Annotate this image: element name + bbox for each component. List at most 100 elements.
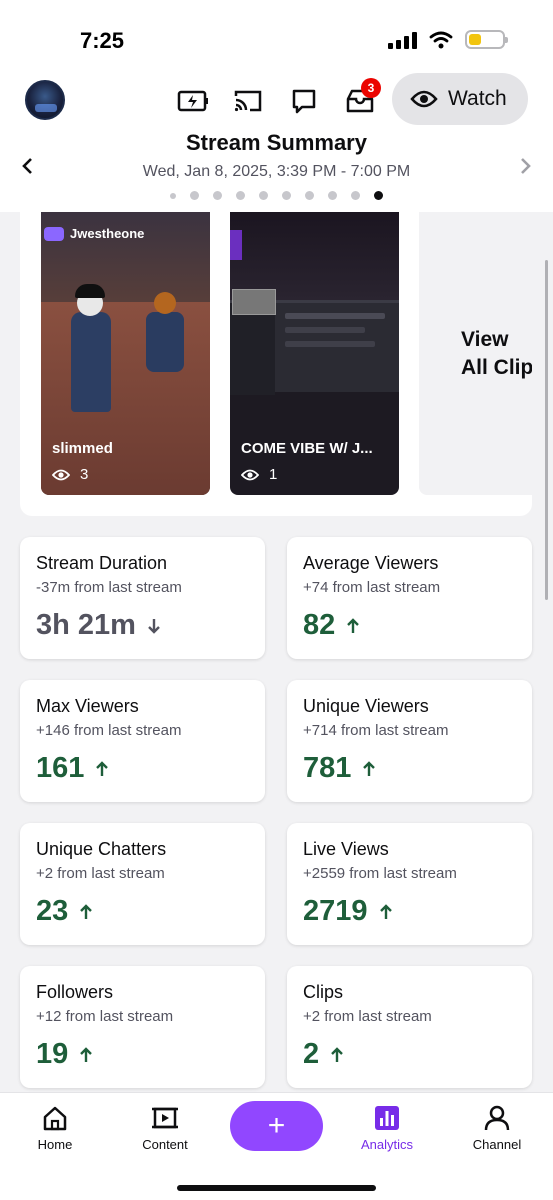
- bottom-nav: Home Content + Analytics Channel: [0, 1092, 553, 1200]
- page-dot[interactable]: [190, 191, 199, 200]
- arrow-up-icon: [363, 760, 376, 776]
- stat-card[interactable]: Live Views +2559 from last stream 2719: [287, 823, 532, 945]
- watch-button[interactable]: Watch: [392, 73, 528, 125]
- avatar[interactable]: [25, 80, 65, 120]
- stream-manager-icon[interactable]: [176, 84, 210, 118]
- plus-icon: +: [267, 1109, 286, 1142]
- page-dot[interactable]: [170, 192, 176, 199]
- stat-value: 23: [36, 895, 69, 927]
- stat-value-row: 781: [303, 752, 376, 785]
- stat-delta: +146 from last stream: [36, 722, 182, 739]
- signal-icon: [388, 31, 417, 49]
- stat-card[interactable]: Unique Viewers +714 from last stream 781: [287, 680, 532, 802]
- stat-title: Average Viewers: [303, 553, 439, 573]
- inbox-icon[interactable]: 3: [343, 78, 381, 118]
- page-dot[interactable]: [259, 191, 268, 200]
- eye-icon: [241, 469, 259, 480]
- stat-delta: +12 from last stream: [36, 1008, 174, 1025]
- status-icons: [388, 30, 508, 49]
- arrow-up-icon: [331, 1046, 343, 1062]
- scrollbar[interactable]: [545, 260, 548, 600]
- cast-icon[interactable]: [231, 84, 265, 118]
- nav-content[interactable]: Content: [120, 1105, 210, 1152]
- status-bar: 7:25: [0, 0, 553, 70]
- stat-value: 19: [36, 1038, 69, 1070]
- battery-icon: [465, 30, 508, 49]
- watch-label: Watch: [448, 87, 507, 110]
- stat-card[interactable]: Stream Duration -37m from last stream 3h 2…: [20, 537, 265, 659]
- stat-delta: +74 from last stream: [303, 579, 441, 596]
- stat-title: Unique Chatters: [36, 839, 167, 859]
- stat-card[interactable]: Clips +2 from last stream 2: [287, 966, 532, 1088]
- stat-value-row: 2719: [303, 895, 392, 928]
- chevron-right-icon: [521, 158, 531, 174]
- stat-card[interactable]: Max Viewers +146 from last stream 161: [20, 680, 265, 802]
- arrow-down-icon: [148, 618, 160, 634]
- nav-home-label: Home: [37, 1137, 73, 1152]
- page-title: Stream Summary: [186, 130, 367, 155]
- wifi-icon: [429, 31, 453, 48]
- stat-delta: +714 from last stream: [303, 722, 449, 739]
- stat-card[interactable]: Unique Chatters +2 from last stream 23: [20, 823, 265, 945]
- stat-value: 161: [36, 752, 85, 784]
- page-dot[interactable]: [328, 191, 337, 200]
- clip-title: COME VIBE W/ J...: [241, 440, 373, 457]
- clip-views: 3: [52, 466, 88, 483]
- stat-delta: -37m from last stream: [36, 579, 182, 596]
- nav-channel[interactable]: Channel: [452, 1105, 542, 1152]
- page-dot[interactable]: [351, 191, 360, 200]
- stat-value-row: 82: [303, 609, 360, 642]
- clip-thumbnail-screen: [230, 289, 399, 395]
- stat-value-row: 19: [36, 1038, 93, 1071]
- page-dot[interactable]: [213, 191, 222, 200]
- content-icon: [152, 1107, 178, 1129]
- stat-title: Unique Viewers: [303, 696, 429, 716]
- nav-home[interactable]: Home: [10, 1105, 100, 1152]
- page-dot[interactable]: [282, 191, 291, 200]
- arrow-up-icon: [379, 903, 392, 919]
- arrow-up-icon: [80, 1046, 93, 1062]
- stat-value-row: 23: [36, 895, 93, 928]
- stream-date-range: Wed, Jan 8, 2025, 3:39 PM - 7:00 PM: [142, 163, 411, 180]
- clip-view-count: 3: [80, 466, 89, 483]
- clip-overlay-name: Jwestheone: [70, 226, 145, 241]
- home-indicator: [177, 1185, 376, 1191]
- clips-carousel: Jwestheone slimmed 3 COME VIBE W/ J... 1…: [20, 212, 532, 516]
- clip-thumbnail-figure: [71, 284, 111, 412]
- next-stream-button[interactable]: [516, 156, 536, 176]
- stat-value-row: 3h 21m: [36, 609, 160, 642]
- stat-title: Clips: [303, 982, 344, 1002]
- app-header: 3 Watch Stream Summary Wed, Jan 8, 2025,…: [0, 70, 553, 212]
- clip-view-count: 1: [269, 466, 278, 483]
- nav-analytics-label: Analytics: [360, 1137, 414, 1152]
- clip-card[interactable]: COME VIBE W/ J... 1: [230, 212, 399, 495]
- clip-title: slimmed: [52, 440, 113, 457]
- page-dot-active[interactable]: [374, 191, 383, 200]
- home-icon: [43, 1106, 67, 1131]
- nav-content-label: Content: [142, 1137, 188, 1152]
- nav-analytics[interactable]: Analytics: [342, 1105, 432, 1152]
- view-all-label-2: All Clip: [461, 355, 532, 379]
- stat-value-row: 2: [303, 1038, 343, 1071]
- channel-icon: [484, 1105, 510, 1131]
- arrow-up-icon: [80, 903, 93, 919]
- stat-card[interactable]: Followers +12 from last stream 19: [20, 966, 265, 1088]
- whispers-icon[interactable]: [287, 84, 321, 118]
- stat-title: Live Views: [303, 839, 389, 859]
- analytics-icon: [375, 1106, 399, 1130]
- clip-card[interactable]: Jwestheone slimmed 3: [41, 212, 210, 495]
- inbox-badge: 3: [361, 78, 381, 98]
- view-all-clips-button[interactable]: View All Clip: [419, 212, 532, 495]
- clip-thumbnail-figure: [146, 292, 184, 372]
- stat-card[interactable]: Average Viewers +74 from last stream 82: [287, 537, 532, 659]
- page-dot[interactable]: [236, 191, 245, 200]
- stat-value: 82: [303, 609, 336, 641]
- create-button[interactable]: +: [230, 1101, 323, 1151]
- arrow-up-icon: [347, 617, 360, 633]
- eye-icon: [52, 469, 70, 480]
- discord-icon: [44, 226, 64, 241]
- stat-title: Stream Duration: [36, 553, 168, 573]
- stat-title: Max Viewers: [36, 696, 139, 716]
- page-dot[interactable]: [305, 191, 314, 200]
- view-all-label-1: View: [461, 327, 509, 351]
